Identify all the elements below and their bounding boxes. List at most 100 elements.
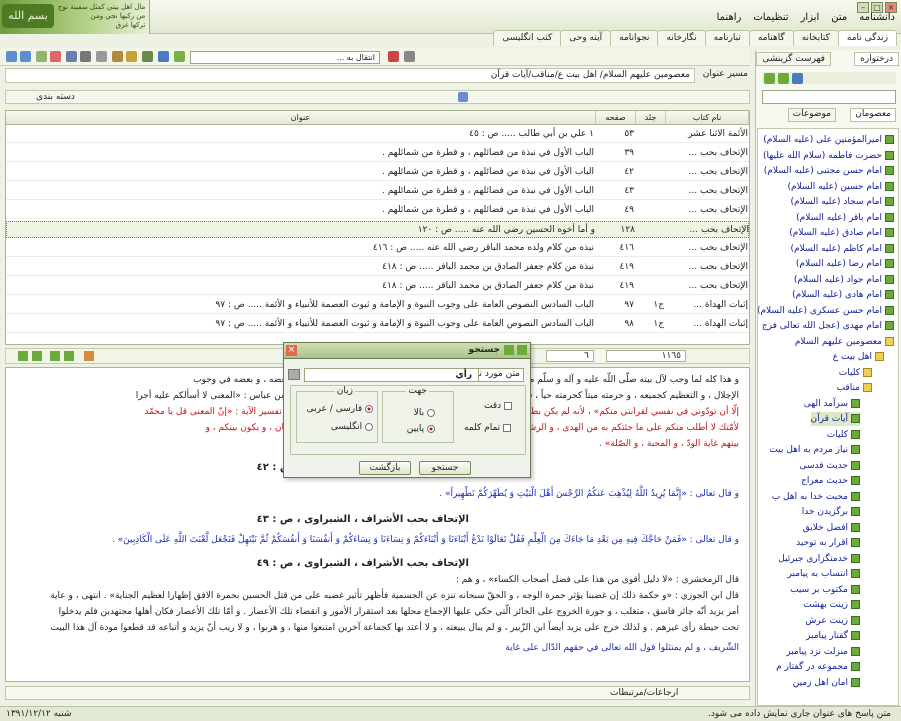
tree-item[interactable]: مناقب: [837, 381, 872, 395]
tree-item[interactable]: مجموعه در گفتار م: [776, 660, 860, 674]
tree-item[interactable]: امام سجاد (علیه السلام): [791, 195, 894, 209]
settings-icon[interactable]: [112, 51, 123, 62]
dir-down-radio[interactable]: [427, 424, 435, 433]
tree-item[interactable]: نیاز مردم به اهل بیت: [769, 443, 860, 457]
tree-item[interactable]: امام صادق (علیه السلام): [789, 226, 894, 240]
table-row[interactable]: الباب السادس النصوص العامة على وجوب النب…: [6, 297, 749, 314]
menu-item-encyclopedia[interactable]: دانشنامه: [859, 12, 895, 28]
tab-masoomin[interactable]: معصومان: [850, 108, 896, 122]
tab-topics[interactable]: موضوعات: [787, 108, 836, 122]
remove-icon[interactable]: [50, 51, 61, 62]
filter-up-icon[interactable]: [50, 351, 60, 361]
tree-find-icon[interactable]: [792, 73, 803, 84]
tree-item[interactable]: امام کاظم (علیه السلام): [790, 242, 894, 256]
dialog-close-icon[interactable]: ×: [286, 345, 297, 356]
filter-icon[interactable]: [458, 92, 468, 102]
tree-item[interactable]: امام مهدی (عجل الله تعالی فرج: [762, 319, 894, 333]
menu-item-text[interactable]: متن: [831, 12, 847, 28]
menu-item-settings[interactable]: تنظیمات: [753, 12, 788, 28]
tree-item[interactable]: برگزیدن خدا: [802, 505, 860, 519]
category-filter-label[interactable]: دسته بندی: [36, 92, 75, 102]
tree-item[interactable]: امام حسن عسکری (علیه السلام): [758, 304, 894, 318]
tree-item[interactable]: کلیات: [827, 428, 860, 442]
back-button[interactable]: بازگشت: [359, 461, 411, 475]
save-icon[interactable]: [66, 51, 77, 62]
menu-item-help[interactable]: راهنما: [717, 12, 742, 28]
lang-fa-radio[interactable]: [365, 404, 373, 413]
table-row[interactable]: نبذة من كلام جعفر الصادق بن محمد الباقر …: [6, 259, 749, 276]
forward-icon[interactable]: [20, 51, 31, 62]
tree-item[interactable]: امام رضا (علیه السلام): [796, 257, 894, 271]
tree-item[interactable]: مکتوب بر سیب: [790, 583, 860, 597]
sort-desc-icon[interactable]: [32, 351, 42, 361]
tree-item[interactable]: حدیث معراج: [801, 474, 860, 488]
tree-item[interactable]: حضرت فاطمه (سلام الله علیها): [763, 149, 894, 163]
tree-item[interactable]: امام حسن مجتبی (علیه السلام): [764, 164, 894, 178]
dialog-pin-icon[interactable]: [517, 345, 527, 355]
lang-en-option[interactable]: انگلیسی: [331, 422, 373, 432]
col-header-title[interactable]: عنوان: [6, 111, 596, 125]
dir-down-option[interactable]: پایین: [407, 424, 435, 434]
dir-up-radio[interactable]: [427, 408, 435, 417]
tree-item[interactable]: حدیث قدسی: [799, 459, 860, 473]
lang-fa-option[interactable]: فارسی / عربی: [307, 404, 373, 414]
table-row[interactable]: الباب الأول في نبذة من فضائلهم ، و قطرة …: [6, 164, 749, 181]
table-row[interactable]: الباب الأول في نبذة من فضائلهم ، و قطرة …: [6, 145, 749, 162]
tab-gallery[interactable]: نگارخانه: [657, 30, 706, 46]
col-header-book[interactable]: نام کتاب: [666, 111, 749, 125]
search-icon[interactable]: [388, 51, 399, 62]
tree-item[interactable]: زینت بهشت: [803, 598, 860, 612]
tree-expand-icon[interactable]: [764, 73, 775, 84]
navigate-combo[interactable]: انتقال به ...: [190, 51, 380, 64]
table-row[interactable]: الباب الأول في نبذة من فضائلهم ، و قطرة …: [6, 202, 749, 219]
tab-calendar[interactable]: گاهنامه: [748, 30, 794, 46]
tree-item[interactable]: اقرار به توحید: [796, 536, 860, 550]
whole-word-checkbox[interactable]: [503, 423, 512, 432]
menu-item-tools[interactable]: ابزار: [801, 12, 820, 28]
tree-item[interactable]: منزلت نزد پیامبر: [786, 645, 860, 659]
tree-item[interactable]: محبت خدا به اهل ب: [772, 490, 860, 504]
dir-up-option[interactable]: بالا: [414, 408, 435, 418]
home-icon[interactable]: [174, 51, 185, 62]
tree-item[interactable]: زینت عرش: [805, 614, 860, 628]
tree-item[interactable]: امان اهل زمین: [793, 676, 860, 690]
search-text-input[interactable]: رأي: [304, 368, 479, 382]
tab-selective-index[interactable]: فهرست گزینشی: [756, 52, 831, 66]
table-row[interactable]: ١ علي بن أبي طالب ..... ص : ٤٥ ٥٣ الأئمة ا…: [6, 126, 749, 143]
col-header-page[interactable]: صفحه: [596, 111, 636, 125]
tab-supplications[interactable]: نجوانامه: [610, 30, 659, 46]
tree-item[interactable]: امام حسین (علیه السلام): [787, 180, 894, 194]
refresh-icon[interactable]: [158, 51, 169, 62]
tree-item[interactable]: سرآمد الهی: [804, 397, 860, 411]
references-label[interactable]: ارجاعات/مرتبطات: [610, 688, 678, 698]
print-icon[interactable]: [80, 51, 91, 62]
tree-item[interactable]: امیرالمؤمنین علی (علیه السلام): [763, 133, 894, 147]
exact-option[interactable]: دقت: [484, 401, 513, 411]
tree-item[interactable]: امام باقر (علیه السلام): [796, 211, 894, 225]
tree-item[interactable]: خدمتگزاری جبرئیل: [778, 552, 860, 566]
tab-library[interactable]: کتابخانه: [792, 30, 839, 46]
tree-item[interactable]: اهل بیت ع: [833, 350, 884, 364]
search-button[interactable]: جستجو: [419, 461, 471, 475]
tree-item[interactable]: امام هادی (علیه السلام): [792, 288, 894, 302]
filter-down-icon[interactable]: [64, 351, 74, 361]
table-row[interactable]: و أما أخوه الحسين رضي الله عنه ..... ص :…: [6, 221, 749, 238]
exact-checkbox[interactable]: [504, 401, 513, 410]
table-row[interactable]: الباب السادس النصوص العامة على وجوب النب…: [6, 316, 749, 333]
tab-tree[interactable]: درختواره: [854, 52, 899, 66]
add-icon[interactable]: [36, 51, 47, 62]
keyboard-icon-dialog[interactable]: [288, 369, 300, 380]
back-icon[interactable]: [6, 51, 17, 62]
tree-item[interactable]: انتساب به پیامبر: [788, 567, 860, 581]
tree-search-input[interactable]: [762, 90, 896, 104]
keyboard-icon[interactable]: [96, 51, 107, 62]
table-row[interactable]: نبذة من كلام جعفر الصادق بن محمد الباقر …: [6, 278, 749, 295]
highlight-icon[interactable]: [404, 51, 415, 62]
whole-word-option[interactable]: تمام کلمه: [464, 423, 512, 433]
sort-icon[interactable]: [18, 351, 28, 361]
lang-en-radio[interactable]: [365, 422, 373, 431]
tree-collapse-icon[interactable]: [778, 73, 789, 84]
tree-item[interactable]: گفتار پیامبر: [806, 629, 860, 643]
tree-item[interactable]: معصومین علیهم السلام: [795, 335, 894, 349]
tab-revelation[interactable]: آینه وحی: [560, 30, 612, 46]
